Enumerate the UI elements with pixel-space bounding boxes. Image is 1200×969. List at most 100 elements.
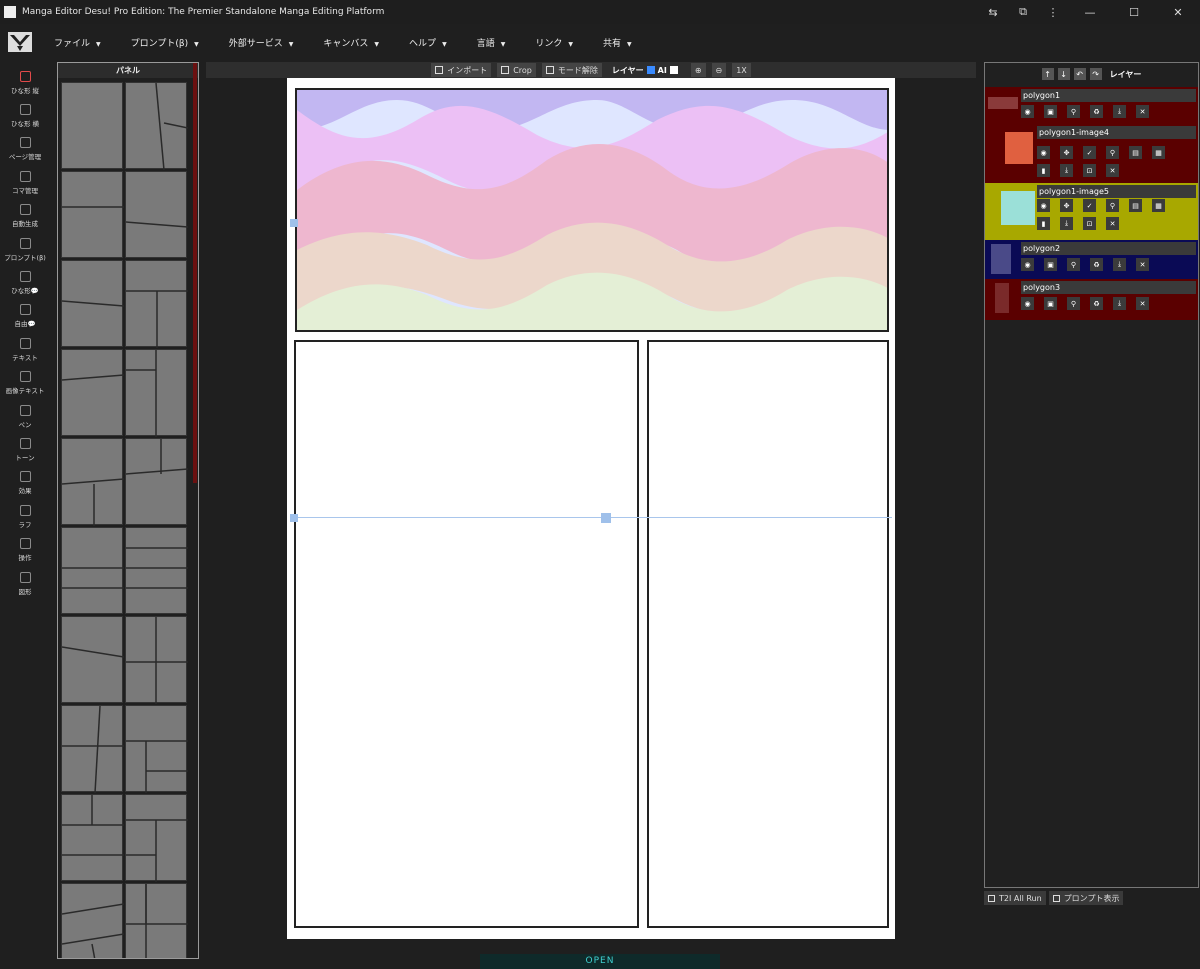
t2i-all-run-button[interactable]: T2I All Run — [984, 891, 1046, 905]
close-icon[interactable]: ✕ — [1136, 105, 1149, 118]
layer-checkbox[interactable] — [646, 66, 655, 74]
extension-icon[interactable]: ⧉ — [1008, 5, 1038, 19]
recycle-icon[interactable]: ♻ — [1090, 258, 1103, 271]
resize-handle[interactable] — [601, 513, 611, 523]
panel-template-thumbnail[interactable] — [61, 349, 124, 436]
panel-template-thumbnail[interactable] — [61, 527, 124, 614]
panel-template-thumbnail[interactable] — [125, 705, 188, 793]
resize-handle[interactable] — [290, 514, 298, 522]
note-icon[interactable]: ▤ — [1129, 199, 1142, 212]
menu-external-services[interactable]: 外部サービス ▼ — [229, 36, 294, 49]
tool-panel-manage[interactable]: コマ管理 — [0, 166, 50, 199]
panel-template-thumbnail[interactable] — [125, 794, 188, 882]
close-icon[interactable]: ✕ — [1106, 164, 1119, 177]
arrow-down-icon[interactable]: ↓ — [1057, 68, 1070, 80]
crop-button[interactable]: Crop — [497, 63, 536, 77]
tool-effect[interactable]: 効果 — [0, 467, 50, 500]
more-menu-icon[interactable]: ⋮ — [1038, 6, 1068, 19]
layer-name[interactable]: polygon2 — [1021, 242, 1196, 255]
check-icon[interactable]: ✓ — [1083, 199, 1096, 212]
recycle-icon[interactable]: ♻ — [1090, 105, 1103, 118]
menu-file[interactable]: ファイル ▼ — [54, 36, 101, 49]
panel-template-thumbnail[interactable] — [125, 82, 188, 170]
download-icon[interactable]: ⤓ — [1113, 105, 1126, 118]
lock-icon[interactable]: ▣ — [1044, 297, 1057, 310]
walk-icon[interactable]: ⚲ — [1067, 105, 1080, 118]
tool-shape[interactable]: 図形 — [0, 567, 50, 600]
layer-item[interactable]: polygon1 ◉ ▣ ⚲ ♻ ⤓ ✕ — [985, 87, 1198, 124]
panel-template-thumbnail[interactable] — [61, 260, 124, 347]
panel-template-thumbnail[interactable] — [61, 438, 124, 526]
translate-icon[interactable]: ⇆ — [978, 6, 1008, 19]
walk-icon[interactable]: ⚲ — [1106, 146, 1119, 159]
import-button[interactable]: インポート — [431, 63, 492, 77]
eye-icon[interactable]: ◉ — [1021, 297, 1034, 310]
panel-template-thumbnail[interactable] — [125, 527, 188, 614]
panel-frame-bottom-left[interactable] — [294, 340, 639, 928]
panel-template-thumbnail[interactable] — [61, 171, 124, 258]
panel-template-thumbnail[interactable] — [125, 616, 188, 704]
panel-template-thumbnail[interactable] — [125, 260, 188, 348]
panel-scrollbar[interactable] — [193, 63, 197, 483]
menu-links[interactable]: リンク ▼ — [535, 36, 573, 49]
download-icon[interactable]: ⤓ — [1060, 217, 1073, 230]
panel-template-thumbnail[interactable] — [61, 616, 124, 703]
tool-gamepad[interactable]: 操作 — [0, 533, 50, 566]
panel-template-thumbnail[interactable] — [125, 883, 188, 958]
tool-rough[interactable]: ラフ — [0, 500, 50, 533]
tool-speech-free[interactable]: 自由💬 — [0, 300, 50, 333]
tool-page-manage[interactable]: ページ管理 — [0, 133, 50, 166]
layer-name[interactable]: polygon1-image4 — [1037, 126, 1196, 139]
eye-icon[interactable]: ◉ — [1021, 258, 1034, 271]
mode-off-button[interactable]: モード解除 — [541, 63, 602, 77]
layer-name[interactable]: polygon1-image5 — [1037, 185, 1196, 198]
check-icon[interactable]: ✓ — [1083, 146, 1096, 159]
box-icon[interactable]: ▦ — [1152, 199, 1165, 212]
zoom-in-button[interactable]: ⊕ — [690, 63, 706, 77]
walk-icon[interactable]: ⚲ — [1067, 297, 1080, 310]
lock-icon[interactable]: ▣ — [1044, 258, 1057, 271]
panel-template-thumbnail[interactable] — [61, 705, 124, 793]
walk-icon[interactable]: ⚲ — [1067, 258, 1080, 271]
download-icon[interactable]: ⤓ — [1113, 258, 1126, 271]
menu-share[interactable]: 共有 ▼ — [603, 36, 632, 49]
layer-item[interactable]: polygon1-image4 ◉ ✥ ✓ ⚲ ▤ ▦ ▮ ⤓ ⊡ ✕ — [985, 124, 1198, 183]
panel-template-thumbnail[interactable] — [125, 438, 188, 525]
pin-icon[interactable]: ▮ — [1037, 217, 1050, 230]
menu-language[interactable]: 言語 ▼ — [477, 36, 506, 49]
close-button[interactable]: ✕ — [1156, 6, 1200, 19]
pin-icon[interactable]: ▮ — [1037, 164, 1050, 177]
close-icon[interactable]: ✕ — [1136, 297, 1149, 310]
undo-icon[interactable]: ↶ — [1073, 68, 1086, 80]
eye-icon[interactable]: ◉ — [1037, 199, 1050, 212]
close-icon[interactable]: ✕ — [1136, 258, 1149, 271]
move-icon[interactable]: ✥ — [1060, 199, 1073, 212]
close-icon[interactable]: ✕ — [1106, 217, 1119, 230]
minimize-button[interactable]: — — [1068, 6, 1112, 19]
menu-prompt[interactable]: プロンプト(β) ▼ — [131, 36, 199, 49]
tool-pen[interactable]: ペン — [0, 400, 50, 433]
layer-item[interactable]: polygon2 ◉ ▣ ⚲ ♻ ⤓ ✕ — [985, 240, 1198, 279]
panel-template-thumbnail[interactable] — [125, 349, 187, 437]
eye-icon[interactable]: ◉ — [1037, 146, 1050, 159]
open-button[interactable]: OPEN — [480, 954, 720, 969]
download-icon[interactable]: ⤓ — [1060, 164, 1073, 177]
box-icon[interactable]: ▦ — [1152, 146, 1165, 159]
eye-icon[interactable]: ◉ — [1021, 105, 1034, 118]
show-prompt-button[interactable]: プロンプト表示 — [1048, 891, 1124, 905]
layer-name[interactable]: polygon1 — [1021, 89, 1196, 102]
recycle-icon[interactable]: ♻ — [1090, 297, 1103, 310]
reset-zoom-button[interactable]: 1X — [732, 63, 751, 77]
layer-item[interactable]: polygon1-image5 ◉ ✥ ✓ ⚲ ▤ ▦ ▮ ⤓ ⊡ ✕ — [985, 183, 1198, 240]
redo-icon[interactable]: ↷ — [1089, 68, 1102, 80]
walk-icon[interactable]: ⚲ — [1106, 199, 1119, 212]
panel-template-thumbnail[interactable] — [61, 794, 124, 881]
panel-template-thumbnail[interactable] — [125, 171, 188, 258]
layer-item[interactable]: polygon3 ◉ ▣ ⚲ ♻ ⤓ ✕ — [985, 279, 1198, 320]
panel-template-thumbnail[interactable] — [61, 82, 123, 169]
tool-robot[interactable]: 自動生成 — [0, 200, 50, 233]
tool-image-text[interactable]: 画像テキスト — [0, 367, 50, 400]
download-icon[interactable]: ⤓ — [1113, 297, 1126, 310]
panel-frame-bottom-right[interactable] — [647, 340, 889, 928]
arrow-up-icon[interactable]: ↑ — [1041, 68, 1054, 80]
